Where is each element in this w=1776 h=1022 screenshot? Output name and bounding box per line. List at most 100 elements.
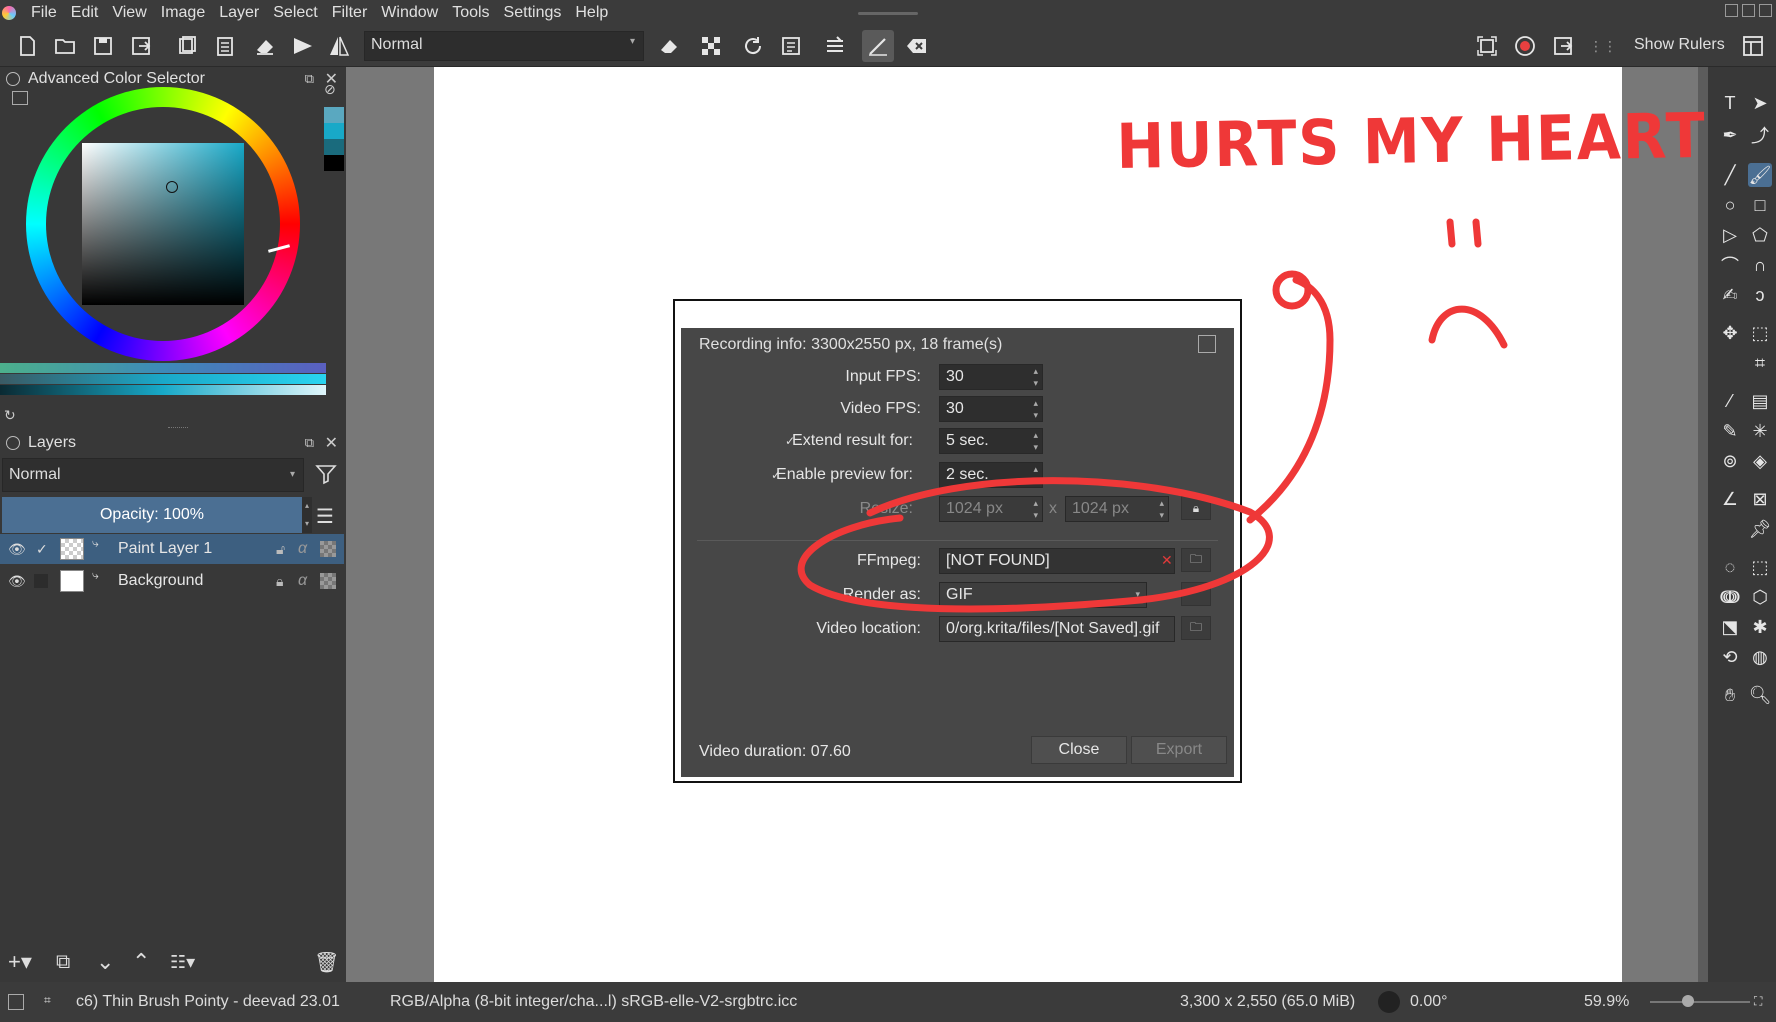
spin-arrows-icon[interactable]: ▴ ▾ bbox=[1033, 365, 1038, 389]
ellipse-tool-icon[interactable]: ○ bbox=[1718, 193, 1742, 217]
saturation-slider[interactable] bbox=[0, 374, 326, 384]
layer-properties-icon[interactable]: ☷▾ bbox=[170, 952, 195, 973]
dock-resize-grip[interactable] bbox=[168, 427, 188, 429]
saturation-value-square[interactable] bbox=[82, 143, 244, 305]
mirror-icon[interactable] bbox=[326, 33, 352, 59]
colorize-mask-tool-icon[interactable]: ✳ bbox=[1748, 419, 1772, 443]
restore-icon[interactable] bbox=[1742, 4, 1755, 17]
paste-icon[interactable] bbox=[212, 33, 238, 59]
export-icon[interactable] bbox=[128, 33, 154, 59]
crop-tool-icon[interactable]: ⌗ bbox=[1748, 351, 1772, 375]
video-fps-spinbox[interactable]: 30 ▴ ▾ bbox=[939, 396, 1043, 422]
inherit-alpha-icon[interactable] bbox=[320, 541, 336, 557]
polygon-select-tool-icon[interactable]: ⬡ bbox=[1748, 585, 1772, 609]
spin-arrows-icon[interactable]: ▴ ▾ bbox=[1033, 429, 1038, 453]
swatch[interactable] bbox=[324, 123, 344, 139]
input-fps-spinbox[interactable]: 30 ▴ ▾ bbox=[939, 364, 1043, 390]
export-button[interactable]: Export bbox=[1131, 736, 1227, 764]
dock-lock-icon[interactable] bbox=[6, 72, 20, 86]
alpha-lock-icon[interactable]: α bbox=[298, 572, 307, 590]
eye-icon[interactable]: 👁 bbox=[8, 541, 26, 558]
clear-icon[interactable] bbox=[904, 33, 930, 59]
opacity-spinner[interactable]: ▴ ▾ bbox=[302, 497, 312, 533]
dynamic-brush-tool-icon[interactable]: ✍ bbox=[1718, 283, 1742, 307]
assistant-tool-icon[interactable]: ⊚ bbox=[1718, 449, 1742, 473]
duplicate-layer-icon[interactable]: ⧉ bbox=[56, 951, 70, 974]
freehand-path-tool-icon[interactable]: ∩ bbox=[1748, 253, 1772, 277]
edit-shapes-tool-icon[interactable]: ⤴ bbox=[1748, 123, 1772, 147]
menu-settings[interactable]: Settings bbox=[497, 4, 569, 22]
image-dimensions[interactable]: 3,300 x 2,550 (65.0 MiB) bbox=[1180, 993, 1355, 1011]
calligraphy-tool-icon[interactable]: ✒ bbox=[1718, 123, 1742, 147]
preview-icon[interactable] bbox=[1198, 335, 1216, 353]
opacity-slider[interactable]: Opacity: 100% bbox=[2, 497, 302, 533]
perspective-grid-tool-icon[interactable]: ⊠ bbox=[1748, 487, 1772, 511]
float-dock-icon[interactable]: ⧉ bbox=[305, 435, 314, 451]
swatch[interactable] bbox=[324, 155, 344, 171]
reference-images-tool-icon[interactable]: 📌︎ bbox=[1748, 517, 1772, 541]
filter-icon[interactable] bbox=[314, 462, 338, 486]
spin-arrows-icon[interactable]: ▴ ▾ bbox=[1033, 463, 1038, 487]
menu-image[interactable]: Image bbox=[154, 4, 212, 22]
brush-settings-icon[interactable] bbox=[778, 33, 804, 59]
layer-row[interactable]: 👁 ⤷ Background 🔒︎ α bbox=[0, 566, 344, 596]
delete-layer-icon[interactable]: 🗑︎ bbox=[314, 950, 339, 975]
extend-spinbox[interactable]: 5 sec. ▴ ▾ bbox=[939, 428, 1043, 454]
brush-presets-icon[interactable] bbox=[822, 33, 848, 59]
spin-arrows-icon[interactable]: ▴ ▾ bbox=[1033, 397, 1038, 421]
freehand-brush-tool-icon[interactable]: 🖌︎ bbox=[1748, 163, 1772, 187]
rectangle-tool-icon[interactable]: □ bbox=[1748, 193, 1772, 217]
float-dock-icon[interactable]: ⧉ bbox=[305, 71, 314, 87]
measure-tool-icon[interactable]: ∠ bbox=[1718, 487, 1742, 511]
layer-blend-mode-select[interactable]: Normal ▾ bbox=[2, 458, 304, 492]
fit-to-view-icon[interactable] bbox=[1474, 33, 1500, 59]
move-up-icon[interactable]: ⌃ bbox=[132, 949, 150, 975]
hue-slider[interactable] bbox=[0, 363, 326, 373]
refresh-icon[interactable]: ↻ bbox=[4, 407, 16, 424]
brush-preview-icon[interactable] bbox=[862, 30, 894, 62]
ellipse-select-tool-icon[interactable]: ◌ bbox=[1718, 555, 1742, 579]
color-picker-tool-icon[interactable]: ⁄ bbox=[1718, 389, 1742, 413]
ffmpeg-browse-button[interactable]: 🗀 bbox=[1181, 548, 1211, 572]
menu-file[interactable]: File bbox=[24, 4, 64, 22]
rect-select-tool-icon[interactable]: ⬚ bbox=[1748, 555, 1772, 579]
menu-tools[interactable]: Tools bbox=[445, 4, 496, 22]
move-tool-icon[interactable]: ✥ bbox=[1718, 321, 1742, 345]
zoom-tool-icon[interactable]: 🔍︎ bbox=[1748, 683, 1772, 707]
menu-view[interactable]: View bbox=[105, 4, 153, 22]
lock-ratio-icon[interactable]: 🔒︎ bbox=[1181, 496, 1211, 520]
fullscreen-icon[interactable]: ⛶ bbox=[1754, 994, 1762, 1009]
unlocked-icon[interactable]: 🔓︎ bbox=[276, 541, 285, 558]
transform-tool-icon[interactable]: ⬚ bbox=[1748, 321, 1772, 345]
close-button[interactable]: Close bbox=[1031, 736, 1127, 764]
spin-arrows-icon[interactable]: ▴ ▾ bbox=[1033, 497, 1038, 521]
color-picker-cursor[interactable] bbox=[166, 181, 178, 193]
reset-color-icon[interactable]: ⊘ bbox=[324, 81, 336, 98]
multibrush-tool-icon[interactable]: ↄ bbox=[1748, 283, 1772, 307]
show-rulers-button[interactable]: Show Rulers bbox=[1634, 36, 1725, 54]
layer-row[interactable]: 👁 ✓ ⤷ Paint Layer 1 🔓︎ α bbox=[0, 534, 344, 564]
open-folder-icon[interactable] bbox=[52, 33, 78, 59]
vertical-scrollbar[interactable] bbox=[1698, 67, 1708, 982]
rotation-icon[interactable] bbox=[1378, 991, 1400, 1013]
pan-tool-icon[interactable]: ✋︎ bbox=[1718, 683, 1742, 707]
lightness-slider[interactable] bbox=[0, 385, 326, 395]
new-document-icon[interactable] bbox=[14, 33, 40, 59]
close-dock-icon[interactable]: ✕ bbox=[325, 433, 338, 453]
eraser-mode-icon[interactable] bbox=[656, 33, 682, 59]
export-recording-icon[interactable] bbox=[1550, 33, 1576, 59]
zoom-slider[interactable] bbox=[1650, 1001, 1750, 1003]
workspace-icon[interactable] bbox=[1740, 33, 1766, 59]
menu-window[interactable]: Window bbox=[374, 4, 445, 22]
layer-name[interactable]: Background bbox=[118, 572, 203, 590]
color-wheel[interactable] bbox=[26, 87, 300, 361]
minimize-icon[interactable] bbox=[1725, 4, 1738, 17]
menu-layer[interactable]: Layer bbox=[212, 4, 266, 22]
save-icon[interactable] bbox=[90, 33, 116, 59]
freehand-select-tool-icon[interactable]: ↈ bbox=[1718, 585, 1742, 609]
preserve-alpha-icon[interactable] bbox=[290, 33, 316, 59]
menu-select[interactable]: Select bbox=[266, 4, 324, 22]
brush-blend-mode-select[interactable]: Normal ▾ bbox=[364, 31, 644, 61]
color-history-swatches[interactable] bbox=[324, 107, 344, 203]
render-format-select[interactable]: GIF ▾ bbox=[939, 582, 1147, 608]
